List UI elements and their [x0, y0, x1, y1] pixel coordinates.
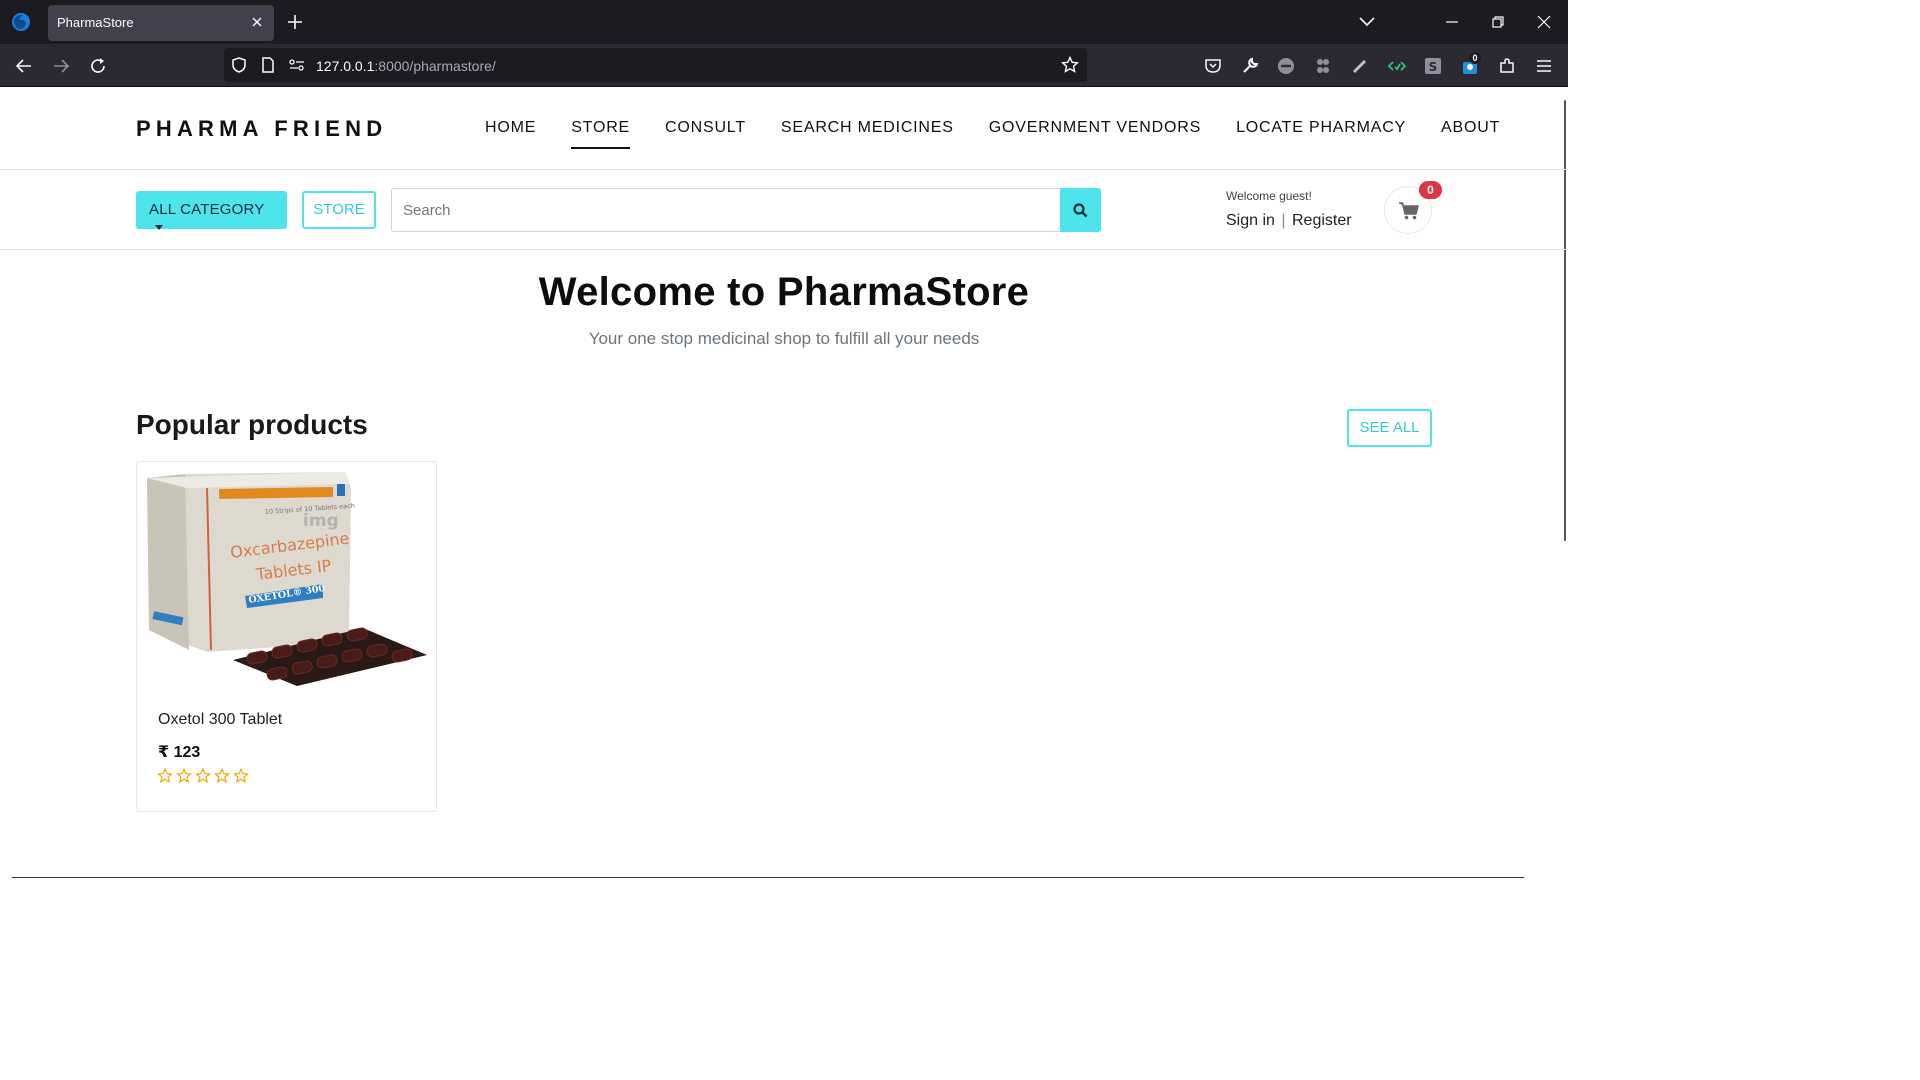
- search-input[interactable]: [391, 188, 1061, 232]
- auth-links: Sign in | Register: [1226, 212, 1352, 230]
- hamburger-menu-icon[interactable]: [1534, 56, 1554, 76]
- tab-title: PharmaStore: [57, 15, 134, 30]
- main-nav: HOME STORE CONSULT SEARCH MEDICINES GOVE…: [485, 119, 1535, 149]
- cart-count-badge: 0: [1419, 181, 1442, 199]
- nav-search-medicines[interactable]: SEARCH MEDICINES: [781, 119, 954, 149]
- address-bar[interactable]: 127.0.0.1:8000/pharmastore/: [224, 48, 1087, 82]
- product-card[interactable]: 10 Strips of 10 Tablets each img Oxcarba…: [136, 461, 437, 812]
- brand-logo[interactable]: PHARMA FRIEND: [136, 116, 387, 142]
- product-image[interactable]: 10 Strips of 10 Tablets each img Oxcarba…: [137, 462, 436, 697]
- close-window-icon[interactable]: [1534, 12, 1554, 32]
- pocket-icon[interactable]: [1203, 56, 1223, 76]
- minimize-icon[interactable]: [1442, 12, 1462, 32]
- see-all-button[interactable]: SEE ALL: [1347, 409, 1432, 447]
- star-outline-icon: [157, 768, 173, 783]
- shopping-cart-icon: [1399, 202, 1419, 220]
- browser-nav-bar: 127.0.0.1:8000/pharmastore/ S 0: [0, 44, 1568, 87]
- welcome-text: Welcome guest!: [1226, 189, 1312, 203]
- browser-tab-bar: PharmaStore: [0, 0, 1568, 44]
- product-price: ₹ 123: [158, 744, 201, 761]
- nav-about[interactable]: ABOUT: [1441, 119, 1500, 149]
- all-category-dropdown[interactable]: ALL CATEGORY: [136, 191, 287, 230]
- star-outline-icon: [214, 768, 230, 783]
- site-header: PHARMA FRIEND HOME STORE CONSULT SEARCH …: [0, 88, 1566, 170]
- watermark-text: img: [303, 511, 339, 531]
- block-extension-icon[interactable]: [1276, 56, 1296, 76]
- nav-government-vendors[interactable]: GOVERNMENT VENDORS: [989, 119, 1201, 149]
- store-toolbar: ALL CATEGORY STORE Welcome guest! Sign i…: [0, 170, 1566, 250]
- svg-text:S: S: [1429, 60, 1438, 74]
- page-content: PHARMA FRIEND HOME STORE CONSULT SEARCH …: [0, 88, 1568, 882]
- register-link[interactable]: Register: [1292, 212, 1352, 229]
- store-button[interactable]: STORE: [302, 191, 376, 229]
- category-label: ALL CATEGORY: [149, 201, 265, 218]
- page-icon[interactable]: [260, 56, 276, 74]
- permissions-icon[interactable]: [288, 57, 306, 73]
- s-extension-icon[interactable]: S: [1423, 56, 1443, 76]
- product-rating: [157, 768, 249, 784]
- code-extension-icon[interactable]: [1387, 56, 1407, 76]
- puzzle-extension-icon[interactable]: [1313, 56, 1333, 76]
- star-outline-icon: [176, 768, 192, 783]
- hero-title: Welcome to PharmaStore: [538, 270, 1030, 314]
- bookmark-star-icon[interactable]: [1061, 56, 1079, 74]
- url-text[interactable]: 127.0.0.1:8000/pharmastore/: [316, 58, 496, 74]
- shield-icon[interactable]: [230, 56, 248, 74]
- auth-separator: |: [1281, 212, 1286, 229]
- extension-badge: 0: [1469, 52, 1481, 64]
- back-arrow-icon[interactable]: [14, 56, 34, 76]
- popular-products-title: Popular products: [136, 409, 368, 440]
- url-host: 127.0.0.1: [316, 58, 375, 74]
- footer-divider: [12, 877, 1524, 878]
- search-button[interactable]: [1060, 188, 1101, 232]
- chevron-down-icon[interactable]: [1358, 14, 1376, 30]
- close-tab-icon[interactable]: [248, 13, 266, 31]
- wrench-icon[interactable]: [1240, 56, 1260, 76]
- nav-consult[interactable]: CONSULT: [665, 119, 746, 149]
- product-name[interactable]: Oxetol 300 Tablet: [158, 711, 282, 729]
- search-icon: [1073, 203, 1088, 218]
- nav-store[interactable]: STORE: [571, 119, 630, 149]
- reload-icon[interactable]: [88, 56, 108, 76]
- forward-arrow-icon[interactable]: [51, 56, 71, 76]
- firefox-logo-icon[interactable]: [11, 12, 31, 32]
- nav-locate-pharmacy[interactable]: LOCATE PHARMACY: [1236, 119, 1406, 149]
- extensions-puzzle-icon[interactable]: [1497, 56, 1517, 76]
- sign-in-link[interactable]: Sign in: [1226, 212, 1275, 229]
- url-path: :8000/pharmastore/: [374, 58, 496, 74]
- star-outline-icon: [233, 768, 249, 783]
- new-tab-icon[interactable]: [285, 12, 305, 32]
- star-outline-icon: [195, 768, 211, 783]
- restore-icon[interactable]: [1488, 12, 1508, 32]
- caret-down-icon: [155, 224, 163, 230]
- nav-home[interactable]: HOME: [485, 119, 536, 149]
- hero-subtitle: Your one stop medicinal shop to fulfill …: [588, 329, 980, 348]
- pen-extension-icon[interactable]: [1350, 56, 1370, 76]
- browser-tab[interactable]: PharmaStore: [48, 5, 274, 41]
